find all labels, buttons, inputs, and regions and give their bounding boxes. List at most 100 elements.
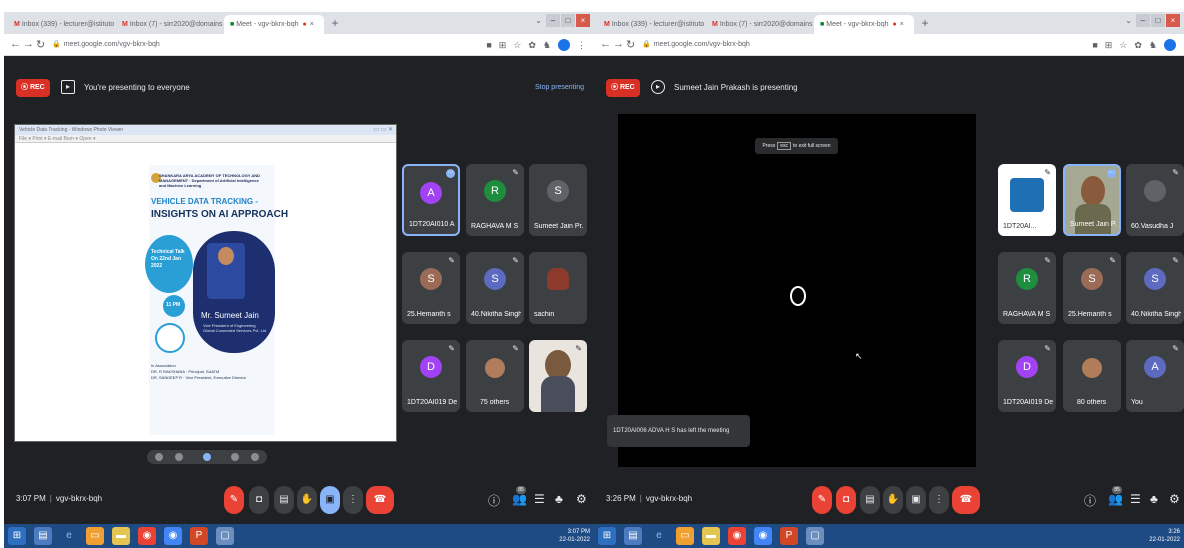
back-icon[interactable]: ←: [10, 38, 21, 50]
notes-icon[interactable]: ▬: [112, 527, 130, 545]
browser-tab-meet[interactable]: ■ Meet - vgv-bkrx-bqh ● ×: [224, 15, 324, 34]
maximize-button[interactable]: □: [561, 14, 575, 27]
leave-call-button[interactable]: ☎: [366, 486, 394, 514]
profile-avatar[interactable]: [1164, 39, 1176, 51]
host-controls-icon[interactable]: ⚙: [1169, 492, 1180, 506]
self-tile[interactable]: A ✎ You: [1126, 340, 1184, 412]
participant-tile[interactable]: A ⋯ 1DT20AI010 AR...: [402, 164, 460, 236]
meeting-details-icon[interactable]: ⓘ: [1084, 492, 1096, 509]
powerpoint-icon[interactable]: P: [190, 527, 208, 545]
prev-icon[interactable]: [155, 453, 163, 461]
meeting-details-icon[interactable]: ⓘ: [488, 492, 500, 509]
raise-hand-button[interactable]: ✋: [297, 486, 317, 514]
captions-button[interactable]: ▤: [274, 486, 294, 514]
browser-tab-inbox-2[interactable]: M Inbox (7) - sirr2020@domains: [116, 15, 224, 34]
people-icon[interactable]: 👥 85: [1108, 486, 1123, 506]
participant-tile[interactable]: S Sumeet Jain Pr...: [529, 164, 587, 236]
app-icon[interactable]: ▢: [806, 527, 824, 545]
activities-icon[interactable]: ♣: [1150, 492, 1158, 506]
next-icon[interactable]: [251, 453, 259, 461]
rotate-right-icon[interactable]: [231, 453, 239, 461]
camera-icon[interactable]: ■: [1092, 37, 1097, 53]
puzzle-icon[interactable]: ♞: [1149, 37, 1157, 53]
rotate-left-icon[interactable]: [175, 453, 183, 461]
ie-icon[interactable]: e: [650, 527, 668, 545]
host-controls-icon[interactable]: ⚙: [576, 492, 587, 506]
participant-tile[interactable]: S ✎ 25.Hemanth s: [1063, 252, 1121, 324]
present-now-button[interactable]: ▣: [906, 486, 926, 514]
chat-icon[interactable]: ☰: [1130, 492, 1141, 506]
back-icon[interactable]: ←: [600, 38, 611, 50]
more-options-icon[interactable]: ⋯: [1107, 169, 1116, 178]
camera-icon[interactable]: ■: [486, 37, 491, 53]
powerpoint-icon[interactable]: P: [780, 527, 798, 545]
browser-tab-inbox-1[interactable]: M Inbox (339) - lecturer@istituto: [8, 15, 116, 34]
camera-toggle-button[interactable]: ◘: [836, 486, 856, 514]
reload-icon[interactable]: ↻: [36, 38, 45, 51]
minimize-button[interactable]: –: [546, 14, 560, 27]
participant-tile[interactable]: S ✎ 25.Hemanth s: [402, 252, 460, 324]
participant-tile[interactable]: S ✎ 40.Nikitha Singh: [466, 252, 524, 324]
windows-start-icon[interactable]: ⊞: [8, 527, 26, 545]
more-options-button[interactable]: ⋮: [343, 486, 363, 514]
chrome-alt-icon[interactable]: ◉: [754, 527, 772, 545]
participant-video-tile[interactable]: ✎ 1DT20AI...: [998, 164, 1056, 236]
maximize-button[interactable]: □: [1151, 14, 1165, 27]
new-tab-button[interactable]: +: [918, 15, 932, 31]
participant-tile[interactable]: ✎ 60.Vasudha J: [1126, 164, 1184, 236]
participant-video-tile[interactable]: ✎: [529, 340, 587, 412]
participant-tile[interactable]: R ✎ RAGHAVA M S: [998, 252, 1056, 324]
mic-toggle-button[interactable]: ✎: [224, 486, 244, 514]
reload-icon[interactable]: ↻: [626, 38, 635, 51]
participant-tile[interactable]: D ✎ 1DT20AI019 De...: [998, 340, 1056, 412]
chat-icon[interactable]: ☰: [534, 492, 545, 506]
puzzle-icon[interactable]: ♞: [543, 37, 551, 53]
browser-tab-inbox-2[interactable]: M Inbox (7) - sirr2020@domains: [706, 15, 814, 34]
forward-icon[interactable]: →: [23, 38, 34, 50]
bookmark-star-icon[interactable]: ☆: [513, 37, 521, 53]
close-tab-icon[interactable]: ×: [900, 21, 904, 28]
chrome-alt-icon[interactable]: ◉: [164, 527, 182, 545]
more-options-icon[interactable]: ⋯: [446, 169, 455, 178]
notes-icon[interactable]: ▬: [702, 527, 720, 545]
menu-kebab-icon[interactable]: ⋮: [577, 37, 586, 53]
app-icon[interactable]: ▢: [216, 527, 234, 545]
stop-presenting-button[interactable]: Stop presenting: [535, 80, 584, 95]
folder-icon[interactable]: ▭: [86, 527, 104, 545]
forward-icon[interactable]: →: [613, 38, 624, 50]
extension-icon[interactable]: ✿: [1134, 37, 1142, 53]
tab-search-icon[interactable]: ⌄: [1125, 16, 1132, 25]
url-field[interactable]: 🔒 meet.google.com/vgv-bkrx-bqh: [52, 37, 160, 53]
windows-start-icon[interactable]: ⊞: [598, 527, 616, 545]
close-tab-icon[interactable]: ×: [310, 21, 314, 28]
url-field[interactable]: 🔒 meet.google.com/vgv-bkrx-bqh: [642, 37, 750, 53]
share-icon[interactable]: ⊞: [1105, 37, 1113, 53]
minimize-button[interactable]: –: [1136, 14, 1150, 27]
folder-icon[interactable]: ▭: [676, 527, 694, 545]
participant-video-tile[interactable]: ⋯ Sumeet Jain P...: [1063, 164, 1121, 236]
browser-tab-inbox-1[interactable]: M Inbox (339) - lecturer@istituto: [598, 15, 706, 34]
new-tab-button[interactable]: +: [328, 15, 342, 31]
participant-tile[interactable]: R ✎ RAGHAVA M S: [466, 164, 524, 236]
others-tile[interactable]: ✎ 75 others: [466, 340, 524, 412]
chrome-icon[interactable]: ◉: [138, 527, 156, 545]
explorer-icon[interactable]: ▤: [624, 527, 642, 545]
camera-toggle-button[interactable]: ◘: [249, 486, 269, 514]
leave-call-button[interactable]: ☎: [952, 486, 980, 514]
activities-icon[interactable]: ♣: [555, 492, 563, 506]
captions-button[interactable]: ▤: [860, 486, 880, 514]
mic-toggle-button[interactable]: ✎: [812, 486, 832, 514]
participant-tile[interactable]: D ✎ 1DT20AI019 De...: [402, 340, 460, 412]
close-window-button[interactable]: ×: [1166, 14, 1180, 27]
explorer-icon[interactable]: ▤: [34, 527, 52, 545]
participant-tile[interactable]: S ✎ 40.Nikitha Singh: [1126, 252, 1184, 324]
chrome-icon[interactable]: ◉: [728, 527, 746, 545]
others-tile[interactable]: 80 others: [1063, 340, 1121, 412]
close-window-button[interactable]: ×: [576, 14, 590, 27]
profile-avatar[interactable]: [558, 39, 570, 51]
slideshow-icon[interactable]: [203, 453, 211, 461]
people-icon[interactable]: 👥 85: [512, 486, 527, 506]
extension-icon[interactable]: ✿: [528, 37, 536, 53]
bookmark-star-icon[interactable]: ☆: [1119, 37, 1127, 53]
raise-hand-button[interactable]: ✋: [883, 486, 903, 514]
